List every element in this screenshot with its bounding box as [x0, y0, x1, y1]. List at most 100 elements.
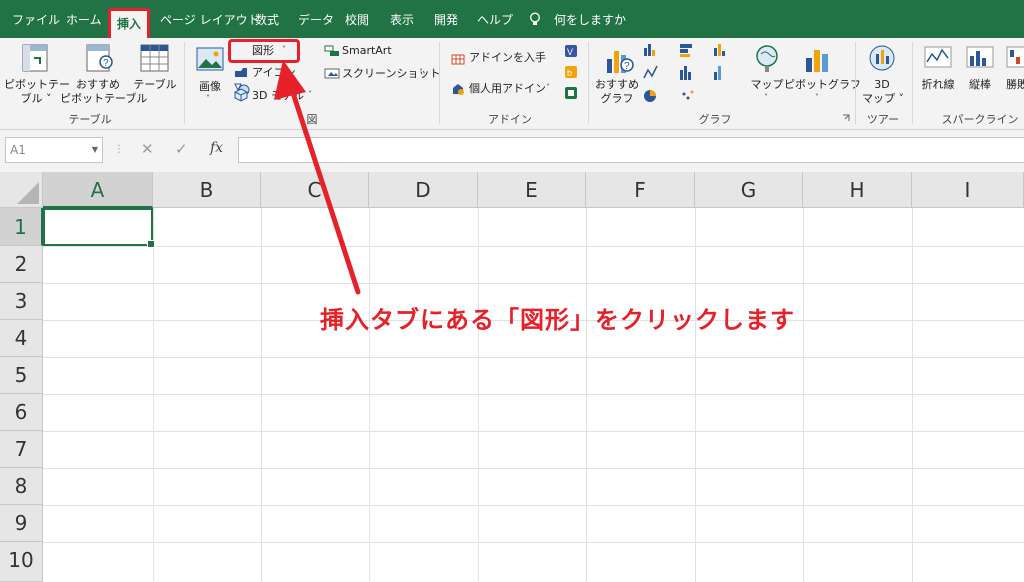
get-addins-label[interactable]: アドインを入手 — [469, 51, 546, 64]
maps-dropdown-icon[interactable]: ˅ — [764, 93, 768, 102]
smartart-icon[interactable] — [324, 45, 340, 57]
tab-insert[interactable]: 挿入 — [108, 8, 151, 38]
gridline — [43, 468, 1024, 469]
column-header-b[interactable]: B — [153, 172, 261, 208]
column-header-e[interactable]: E — [478, 172, 586, 208]
gridline — [369, 208, 370, 582]
pivot-chart-icon[interactable] — [804, 44, 832, 74]
tab-help[interactable]: ヘルプ — [477, 0, 513, 38]
maps-icon[interactable] — [755, 44, 779, 74]
icons-label[interactable]: アイコン — [252, 66, 295, 79]
row-header-2[interactable]: 2 — [0, 246, 43, 283]
enter-icon[interactable]: ✓ — [175, 140, 188, 158]
recommended-pivot-icon[interactable]: ? — [86, 44, 114, 74]
row-header-7[interactable]: 7 — [0, 431, 43, 468]
sparkline-line-icon[interactable] — [924, 46, 952, 70]
bing-maps-icon[interactable]: b — [564, 65, 578, 79]
selected-cell-a1[interactable] — [43, 208, 155, 248]
maps-label[interactable]: マップ — [749, 78, 785, 91]
column-header-h[interactable]: H — [803, 172, 912, 208]
table-label[interactable]: テーブル — [133, 78, 177, 91]
pivot-table-label[interactable]: ピボットテー — [4, 78, 70, 91]
shapes-highlight-box — [228, 39, 300, 63]
3d-model-dropdown-icon[interactable]: ˅ — [308, 90, 312, 99]
chart-type-icons[interactable] — [642, 42, 752, 104]
insert-function-icon[interactable]: fx — [210, 140, 223, 156]
3d-model-label[interactable]: 3D モデル — [252, 89, 304, 102]
smartart-label[interactable]: SmartArt — [342, 44, 392, 57]
instruction-annotation: 挿入タブにある「図形」をクリックします — [320, 306, 795, 334]
column-header-f[interactable]: F — [586, 172, 695, 208]
column-header-i[interactable]: I — [912, 172, 1024, 208]
tell-me-search[interactable]: 何をしますか — [554, 0, 626, 38]
pivot-chart-dropdown-icon[interactable]: ˅ — [815, 93, 819, 102]
dialog-launcher-icon[interactable] — [842, 114, 850, 122]
name-box-dropdown-icon[interactable]: ▼ — [92, 138, 98, 162]
sparkline-line-label[interactable]: 折れ線 — [916, 78, 960, 91]
sparkline-column-icon[interactable] — [966, 46, 994, 70]
lightbulb-icon[interactable] — [528, 12, 542, 26]
group-separator — [588, 42, 589, 124]
table-icon[interactable] — [140, 44, 170, 74]
row-header-5[interactable]: 5 — [0, 357, 43, 394]
recommended-charts-label-2[interactable]: グラフ — [595, 92, 639, 105]
3d-map-icon[interactable] — [868, 44, 896, 74]
icons-icon[interactable] — [234, 67, 248, 79]
tab-view[interactable]: 表示 — [390, 0, 414, 38]
sparkline-winloss-label[interactable]: 勝敗 — [1006, 78, 1024, 91]
3d-map-label[interactable]: 3D — [864, 78, 900, 91]
cancel-icon[interactable]: ✕ — [141, 140, 154, 158]
my-addins-icon[interactable] — [451, 82, 465, 96]
column-header-c[interactable]: C — [261, 172, 369, 208]
visio-icon[interactable]: V — [564, 44, 578, 58]
gridline — [43, 246, 1024, 247]
tab-file[interactable]: ファイル — [12, 0, 60, 38]
column-header-d[interactable]: D — [369, 172, 478, 208]
tab-review[interactable]: 校閲 — [345, 0, 369, 38]
select-all-button[interactable] — [0, 172, 43, 208]
tab-formulas[interactable]: 数式 — [255, 0, 279, 38]
row-header-4[interactable]: 4 — [0, 320, 43, 357]
group-separator — [184, 42, 185, 124]
recommended-charts-label[interactable]: おすすめ — [595, 78, 639, 91]
row-header-6[interactable]: 6 — [0, 394, 43, 431]
sparkline-winloss-icon[interactable] — [1006, 46, 1024, 70]
people-graph-icon[interactable] — [564, 86, 578, 100]
recommended-pivot-label-2[interactable]: ピボットテーブル — [60, 92, 147, 105]
tab-developer[interactable]: 開発 — [434, 0, 458, 38]
pivot-table-label-2[interactable]: ブル ˅ — [4, 92, 68, 105]
row-header-8[interactable]: 8 — [0, 468, 43, 505]
sparkline-column-label[interactable]: 縦棒 — [962, 78, 998, 91]
row-header-3[interactable]: 3 — [0, 283, 43, 320]
picture-icon[interactable] — [196, 46, 224, 74]
recommended-pivot-label[interactable]: おすすめ — [66, 78, 130, 91]
screenshot-label[interactable]: スクリーンショット — [342, 67, 440, 80]
3d-model-icon[interactable] — [234, 88, 248, 102]
row-header-9[interactable]: 9 — [0, 505, 43, 542]
column-header-g[interactable]: G — [695, 172, 803, 208]
worksheet-grid: A B C D E F G H I 1 2 3 4 5 6 7 8 9 10 挿… — [0, 172, 1024, 582]
my-addins-dropdown-icon[interactable]: ˅ — [546, 83, 550, 92]
row-header-10[interactable]: 10 — [0, 542, 43, 582]
3d-map-label-2[interactable]: マップ ˅ — [858, 92, 908, 105]
name-box[interactable]: A1 ▼ — [5, 137, 103, 163]
sparklines-group-label: スパークライン — [941, 113, 1019, 126]
column-header-a[interactable]: A — [43, 172, 153, 208]
formula-input[interactable] — [238, 137, 1024, 163]
tab-home[interactable]: ホーム — [66, 0, 102, 38]
picture-label[interactable]: 画像 — [192, 80, 228, 93]
tab-page-layout[interactable]: ページ レイアウト — [160, 0, 260, 38]
row-header-1[interactable]: 1 — [0, 208, 43, 246]
gridline — [153, 208, 154, 582]
recommended-charts-icon[interactable]: ? — [605, 43, 635, 77]
screenshot-icon[interactable] — [324, 68, 340, 80]
tab-data[interactable]: データ — [298, 0, 334, 38]
pivot-chart-label[interactable]: ピボットグラフ — [784, 78, 861, 91]
my-addins-label[interactable]: 個人用アドイン — [469, 82, 546, 95]
store-icon[interactable] — [451, 51, 465, 65]
group-separator — [855, 42, 856, 124]
svg-text:?: ? — [103, 58, 109, 69]
picture-dropdown-icon[interactable]: ˅ — [206, 94, 210, 103]
screenshot-dropdown-icon[interactable]: ˅ — [419, 68, 423, 77]
pivot-table-icon[interactable] — [22, 44, 50, 74]
